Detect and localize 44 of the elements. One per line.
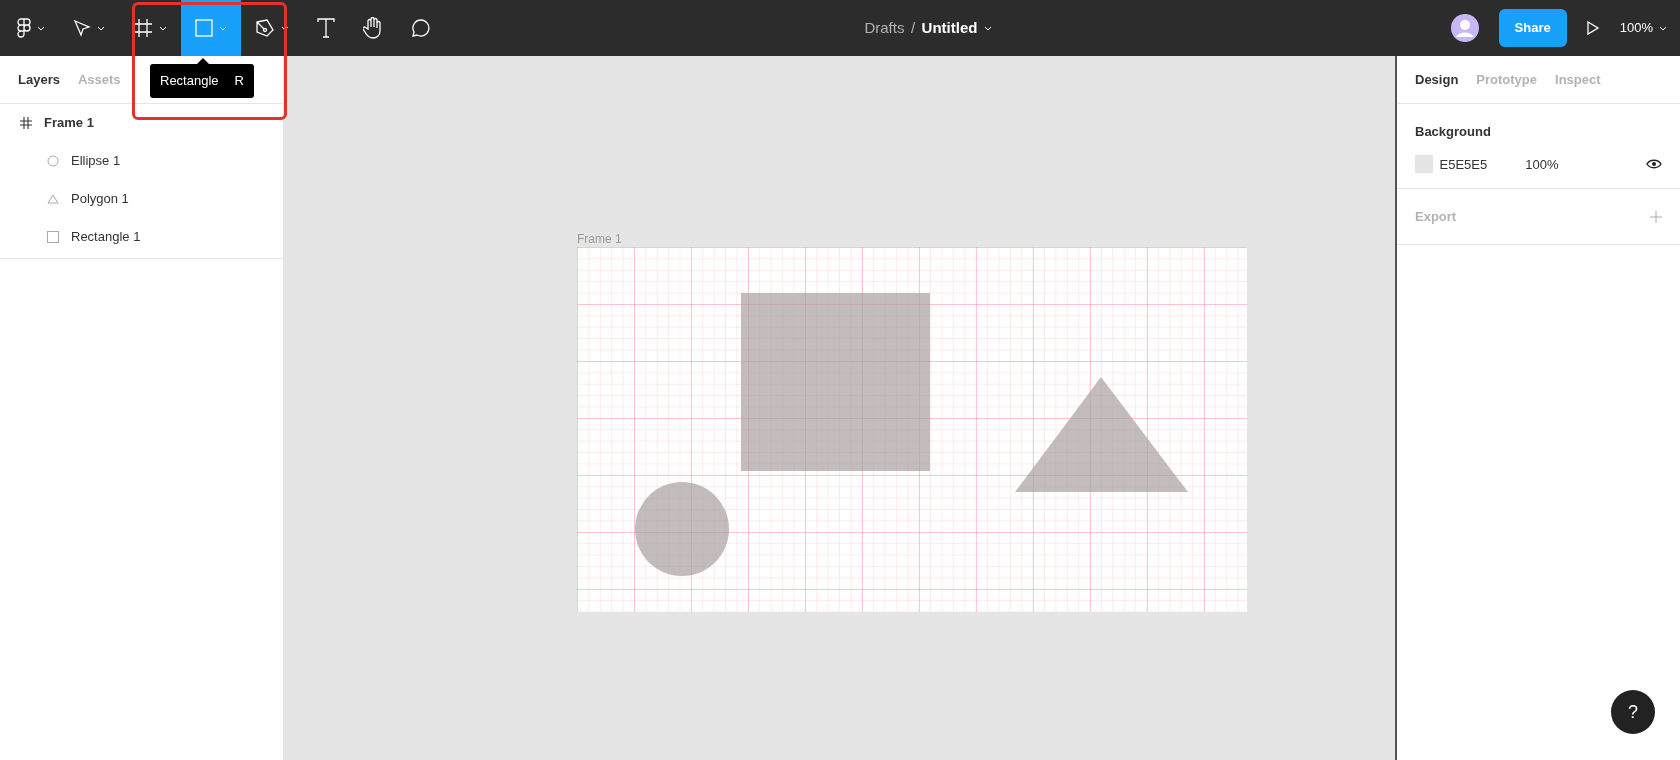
tooltip-label: Rectangle bbox=[160, 72, 219, 90]
layer-name: Rectangle 1 bbox=[71, 228, 141, 247]
eye-icon[interactable] bbox=[1646, 159, 1662, 170]
section-title: Export bbox=[1415, 207, 1457, 226]
hand-icon bbox=[363, 17, 384, 39]
layer-row[interactable]: Polygon 1 bbox=[0, 180, 283, 218]
caret-icon bbox=[159, 25, 168, 31]
caret-icon bbox=[97, 25, 106, 31]
frame-icon bbox=[133, 18, 154, 38]
caret-icon bbox=[281, 25, 290, 31]
shortcut-key: R bbox=[234, 71, 244, 91]
layer-row[interactable]: Frame 1 bbox=[0, 104, 283, 142]
breadcrumb-separator: / bbox=[910, 17, 916, 38]
text-icon bbox=[317, 18, 336, 38]
comment-icon bbox=[411, 18, 432, 38]
file-name[interactable]: Untitled bbox=[921, 16, 978, 40]
frame-icon bbox=[20, 117, 32, 129]
caret-icon bbox=[219, 25, 228, 31]
breadcrumb-folder[interactable]: Drafts bbox=[864, 16, 905, 40]
section-title: Background bbox=[1415, 123, 1492, 141]
rectangle-icon bbox=[195, 19, 214, 37]
panel-tab[interactable]: Design bbox=[1415, 69, 1459, 90]
layer-name: Frame 1 bbox=[44, 114, 94, 133]
triangle-icon bbox=[47, 194, 59, 204]
panel-tab[interactable]: Layers bbox=[18, 69, 60, 90]
caret-icon bbox=[37, 25, 46, 31]
circle-icon bbox=[47, 155, 59, 167]
opacity-value[interactable]: 100% bbox=[1525, 154, 1559, 174]
layer-row[interactable]: Ellipse 1 bbox=[0, 142, 283, 180]
layer-name: Polygon 1 bbox=[71, 190, 129, 209]
pen-icon bbox=[255, 18, 276, 38]
color-hex-value[interactable]: E5E5E5 bbox=[1439, 154, 1488, 174]
cursor-icon bbox=[73, 19, 92, 37]
logo-icon bbox=[17, 18, 32, 38]
caret-icon bbox=[1659, 25, 1667, 31]
layer-name: Ellipse 1 bbox=[71, 152, 121, 171]
avatar-icon[interactable] bbox=[1451, 14, 1480, 42]
square-icon bbox=[47, 231, 59, 243]
color-swatch[interactable] bbox=[1415, 155, 1433, 174]
caret-icon bbox=[983, 25, 992, 31]
play-icon[interactable] bbox=[1586, 20, 1601, 36]
frame-label: Frame 1 bbox=[577, 231, 622, 248]
zoom-dropdown[interactable]: 100% bbox=[1619, 0, 1667, 56]
layer-row[interactable]: Rectangle 1 bbox=[0, 218, 283, 256]
